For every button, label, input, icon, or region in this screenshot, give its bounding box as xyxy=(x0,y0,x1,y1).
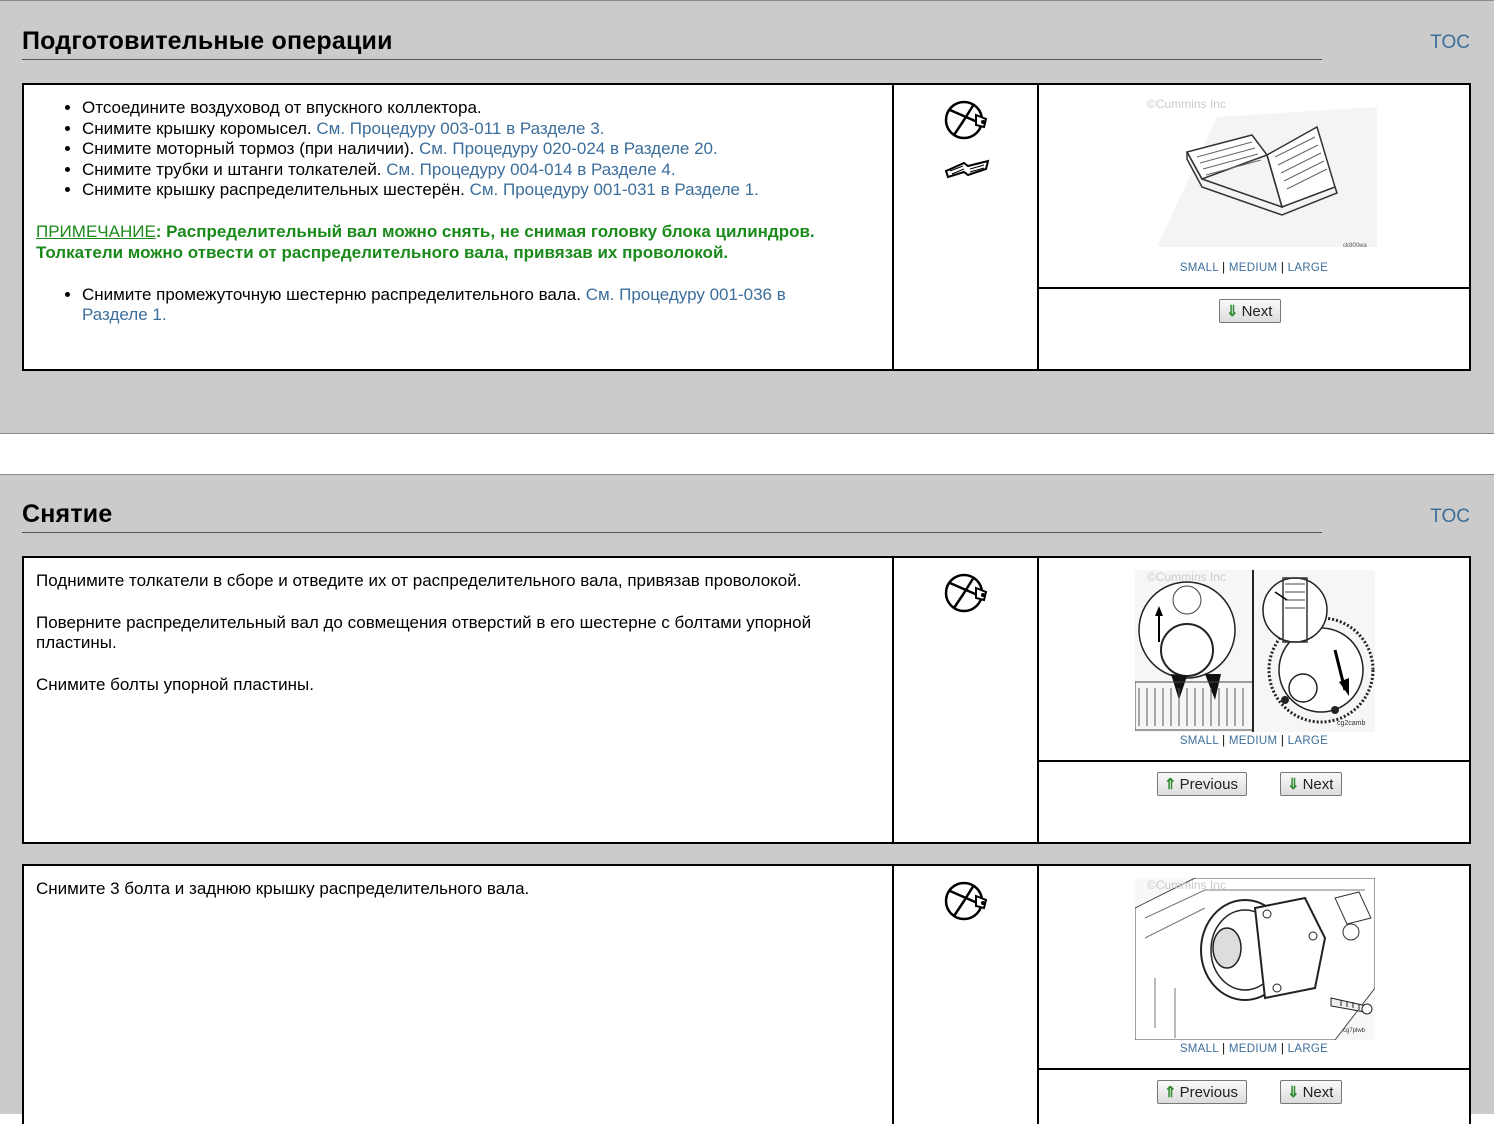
tool-icon[interactable] xyxy=(944,572,990,616)
section-title: Снятие xyxy=(22,500,113,528)
figure-panel: ©Cummins Inc cg7plwb SMALL | MEDIUM | LA… xyxy=(1039,866,1469,1070)
list-item: Снимите моторный тормоз (при наличии). С… xyxy=(82,139,892,160)
list-item: Снимите трубки и штанги толкателей. См. … xyxy=(82,160,892,181)
tool-icon[interactable] xyxy=(944,99,990,143)
arrow-up-icon: ⇑ xyxy=(1164,1084,1177,1101)
step-paragraph: Поверните распределительный вал до совме… xyxy=(36,612,812,653)
tool-icons-column xyxy=(894,85,1039,369)
step-row: Отсоедините воздуховод от впускного колл… xyxy=(22,83,1471,371)
procedure-link[interactable]: См. Процедуру 001-031 в Разделе 1. xyxy=(470,180,759,199)
list-item: Отсоедините воздуховод от впускного колл… xyxy=(82,98,892,119)
size-medium-link[interactable]: MEDIUM xyxy=(1229,262,1277,274)
note-label: ПРИМЕЧАНИЕ xyxy=(36,221,156,241)
nav-panel: ⇑ Previous ⇓ Next xyxy=(1039,760,1469,842)
procedure-link[interactable]: См. Процедуру 004-014 в Разделе 4. xyxy=(386,160,675,179)
arrow-up-icon: ⇑ xyxy=(1164,776,1177,793)
size-medium-link[interactable]: MEDIUM xyxy=(1229,1043,1277,1055)
figure-code: ck800wa xyxy=(1343,243,1367,249)
step-bullet-list: Снимите промежуточную шестерню распредел… xyxy=(24,285,892,326)
image-size-links: SMALL | MEDIUM | LARGE xyxy=(1179,262,1329,274)
procedure-link[interactable]: См. Процедуру 020-024 в Разделе 20. xyxy=(419,139,718,158)
step-text: Отсоедините воздуховод от впускного колл… xyxy=(24,85,894,369)
tool-icons-column xyxy=(894,558,1039,842)
step-text: Снимите 3 болта и заднюю крышку распреде… xyxy=(24,866,894,1124)
size-large-link[interactable]: LARGE xyxy=(1288,735,1329,747)
manual-book-illustration[interactable] xyxy=(1157,97,1377,257)
previous-button[interactable]: ⇑ Previous xyxy=(1157,772,1247,796)
title-divider xyxy=(22,59,1322,60)
size-medium-link[interactable]: MEDIUM xyxy=(1229,735,1277,747)
size-large-link[interactable]: LARGE xyxy=(1288,1043,1329,1055)
toc-link[interactable]: TOC xyxy=(1430,32,1470,54)
section-removal: Снятие TOC Поднимите толкатели в сборе и… xyxy=(0,474,1494,1124)
figure-code: cg7plwb xyxy=(1343,1028,1366,1034)
image-size-links: SMALL | MEDIUM | LARGE xyxy=(1179,1043,1329,1055)
procedure-link[interactable]: См. Процедуру 003-011 в Разделе 3. xyxy=(316,119,604,138)
section-title: Подготовительные операции xyxy=(22,27,393,55)
step-row: Поднимите толкатели в сборе и отведите и… xyxy=(22,556,1471,844)
title-divider xyxy=(22,532,1322,533)
size-small-link[interactable]: SMALL xyxy=(1180,735,1219,747)
figure-column: ©Cummins Inc cg2camb SMALL | MEDIUM | LA… xyxy=(1039,558,1469,842)
image-size-links: SMALL | MEDIUM | LARGE xyxy=(1179,735,1329,747)
tool-icon[interactable] xyxy=(944,880,990,924)
watermark: ©Cummins Inc xyxy=(1147,878,1226,892)
size-small-link[interactable]: SMALL xyxy=(1180,262,1219,274)
size-large-link[interactable]: LARGE xyxy=(1288,262,1329,274)
next-button[interactable]: ⇓ Next xyxy=(1280,772,1343,796)
step-paragraph: Поднимите толкатели в сборе и отведите и… xyxy=(36,571,802,590)
note: ПРИМЕЧАНИЕ: Распределительный вал можно … xyxy=(36,221,878,264)
step-paragraph: Снимите болты упорной пластины. xyxy=(36,674,314,694)
next-button[interactable]: ⇓ Next xyxy=(1280,1080,1343,1104)
next-button[interactable]: ⇓ Next xyxy=(1219,299,1282,323)
list-item: Снимите крышку коромысел. См. Процедуру … xyxy=(82,119,892,140)
watermark: ©Cummins Inc xyxy=(1147,570,1226,584)
camshaft-rear-cover-illustration[interactable] xyxy=(1135,878,1375,1040)
tool-icons-column xyxy=(894,866,1039,1124)
tappet-camshaft-illustration[interactable] xyxy=(1135,570,1375,732)
step-text: Поднимите толкатели в сборе и отведите и… xyxy=(24,558,894,842)
nav-panel: ⇑ Previous ⇓ Next xyxy=(1039,1068,1469,1124)
size-small-link[interactable]: SMALL xyxy=(1180,1043,1219,1055)
step-bullet-list: Отсоедините воздуховод от впускного колл… xyxy=(24,98,892,201)
arrow-down-icon: ⇓ xyxy=(1226,303,1239,320)
step-row: Снимите 3 болта и заднюю крышку распреде… xyxy=(22,864,1471,1124)
step-paragraph: Снимите 3 болта и заднюю крышку распреде… xyxy=(36,879,530,898)
figure-column: ©Cummins Inc cg7plwb SMALL | MEDIUM | LA… xyxy=(1039,866,1469,1124)
toc-link[interactable]: TOC xyxy=(1430,506,1470,528)
arrow-down-icon: ⇓ xyxy=(1287,1084,1300,1101)
previous-button[interactable]: ⇑ Previous xyxy=(1157,1080,1247,1104)
list-item: Снимите крышку распределительных шестерё… xyxy=(82,180,892,201)
figure-panel: ©Cummins Inc ck800wa SMALL | MEDIUM | LA… xyxy=(1039,85,1469,289)
section-preparation: Подготовительные операции TOC Отсоединит… xyxy=(0,0,1494,434)
nav-panel: ⇓ Next xyxy=(1039,287,1469,369)
arrow-down-icon: ⇓ xyxy=(1287,776,1300,793)
figure-panel: ©Cummins Inc cg2camb SMALL | MEDIUM | LA… xyxy=(1039,558,1469,762)
figure-code: cg2camb xyxy=(1337,720,1366,727)
list-item: Снимите промежуточную шестерню распредел… xyxy=(82,285,832,326)
manual-icon[interactable] xyxy=(944,157,990,181)
figure-column: ©Cummins Inc ck800wa SMALL | MEDIUM | LA… xyxy=(1039,85,1469,369)
